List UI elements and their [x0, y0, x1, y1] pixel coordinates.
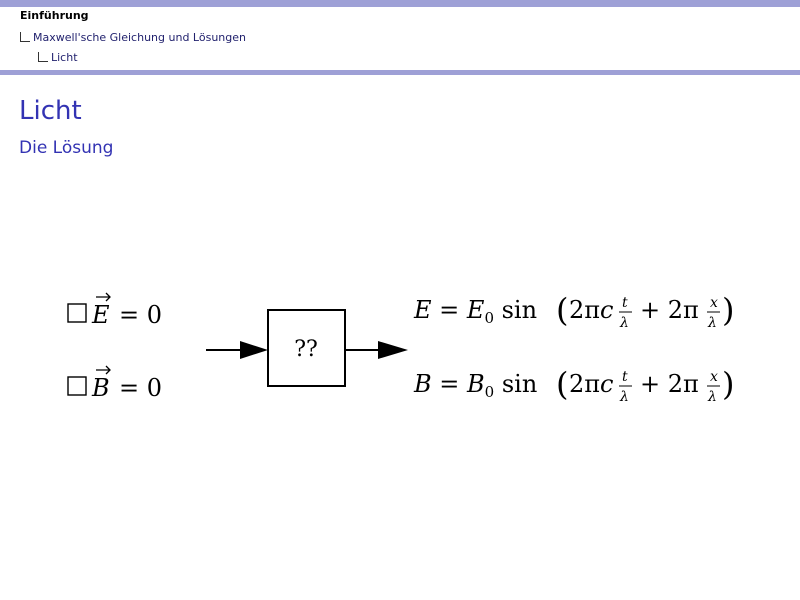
svg-text:λ: λ [707, 315, 717, 331]
svg-text:+ 2π: + 2π [640, 296, 699, 324]
dalembert-operator-icon [67, 376, 87, 396]
svg-text:B = B0 sin: B = B0 sin [413, 370, 537, 401]
svg-text:2πc: 2πc [569, 296, 614, 324]
solution-b: B = B0 sin ( 2πc t λ + 2π x λ ) [413, 365, 734, 405]
svg-text:(: ( [556, 365, 568, 403]
box-label: ?? [294, 337, 318, 362]
svg-text:t: t [622, 369, 628, 385]
maxwell-diagram: E = 0 B = 0 ?? E = E0 sin ( 2πc t λ + 2π… [67, 291, 734, 405]
svg-text:B: B [91, 374, 110, 402]
svg-text:λ: λ [619, 315, 629, 331]
svg-text:x: x [710, 369, 718, 385]
svg-text:x: x [710, 295, 718, 311]
svg-text:= 0: = 0 [119, 301, 162, 329]
output-arrow [345, 341, 408, 359]
input-arrow [206, 341, 268, 359]
svg-text:E: E [91, 301, 110, 329]
svg-text:): ) [722, 365, 734, 403]
equation-e-wave: E = 0 [67, 292, 162, 329]
svg-text:λ: λ [707, 389, 717, 405]
svg-text:= 0: = 0 [119, 374, 162, 402]
svg-text:(: ( [556, 291, 568, 329]
equation-b-wave: B = 0 [67, 365, 162, 402]
svg-text:E = E0 sin: E = E0 sin [413, 296, 537, 327]
svg-text:t: t [622, 295, 628, 311]
dalembert-operator-icon [67, 303, 87, 323]
svg-text:2πc: 2πc [569, 370, 614, 398]
svg-text:): ) [722, 291, 734, 329]
svg-text:+ 2π: + 2π [640, 370, 699, 398]
svg-text:λ: λ [619, 389, 629, 405]
solution-e: E = E0 sin ( 2πc t λ + 2π x λ ) [413, 291, 734, 331]
